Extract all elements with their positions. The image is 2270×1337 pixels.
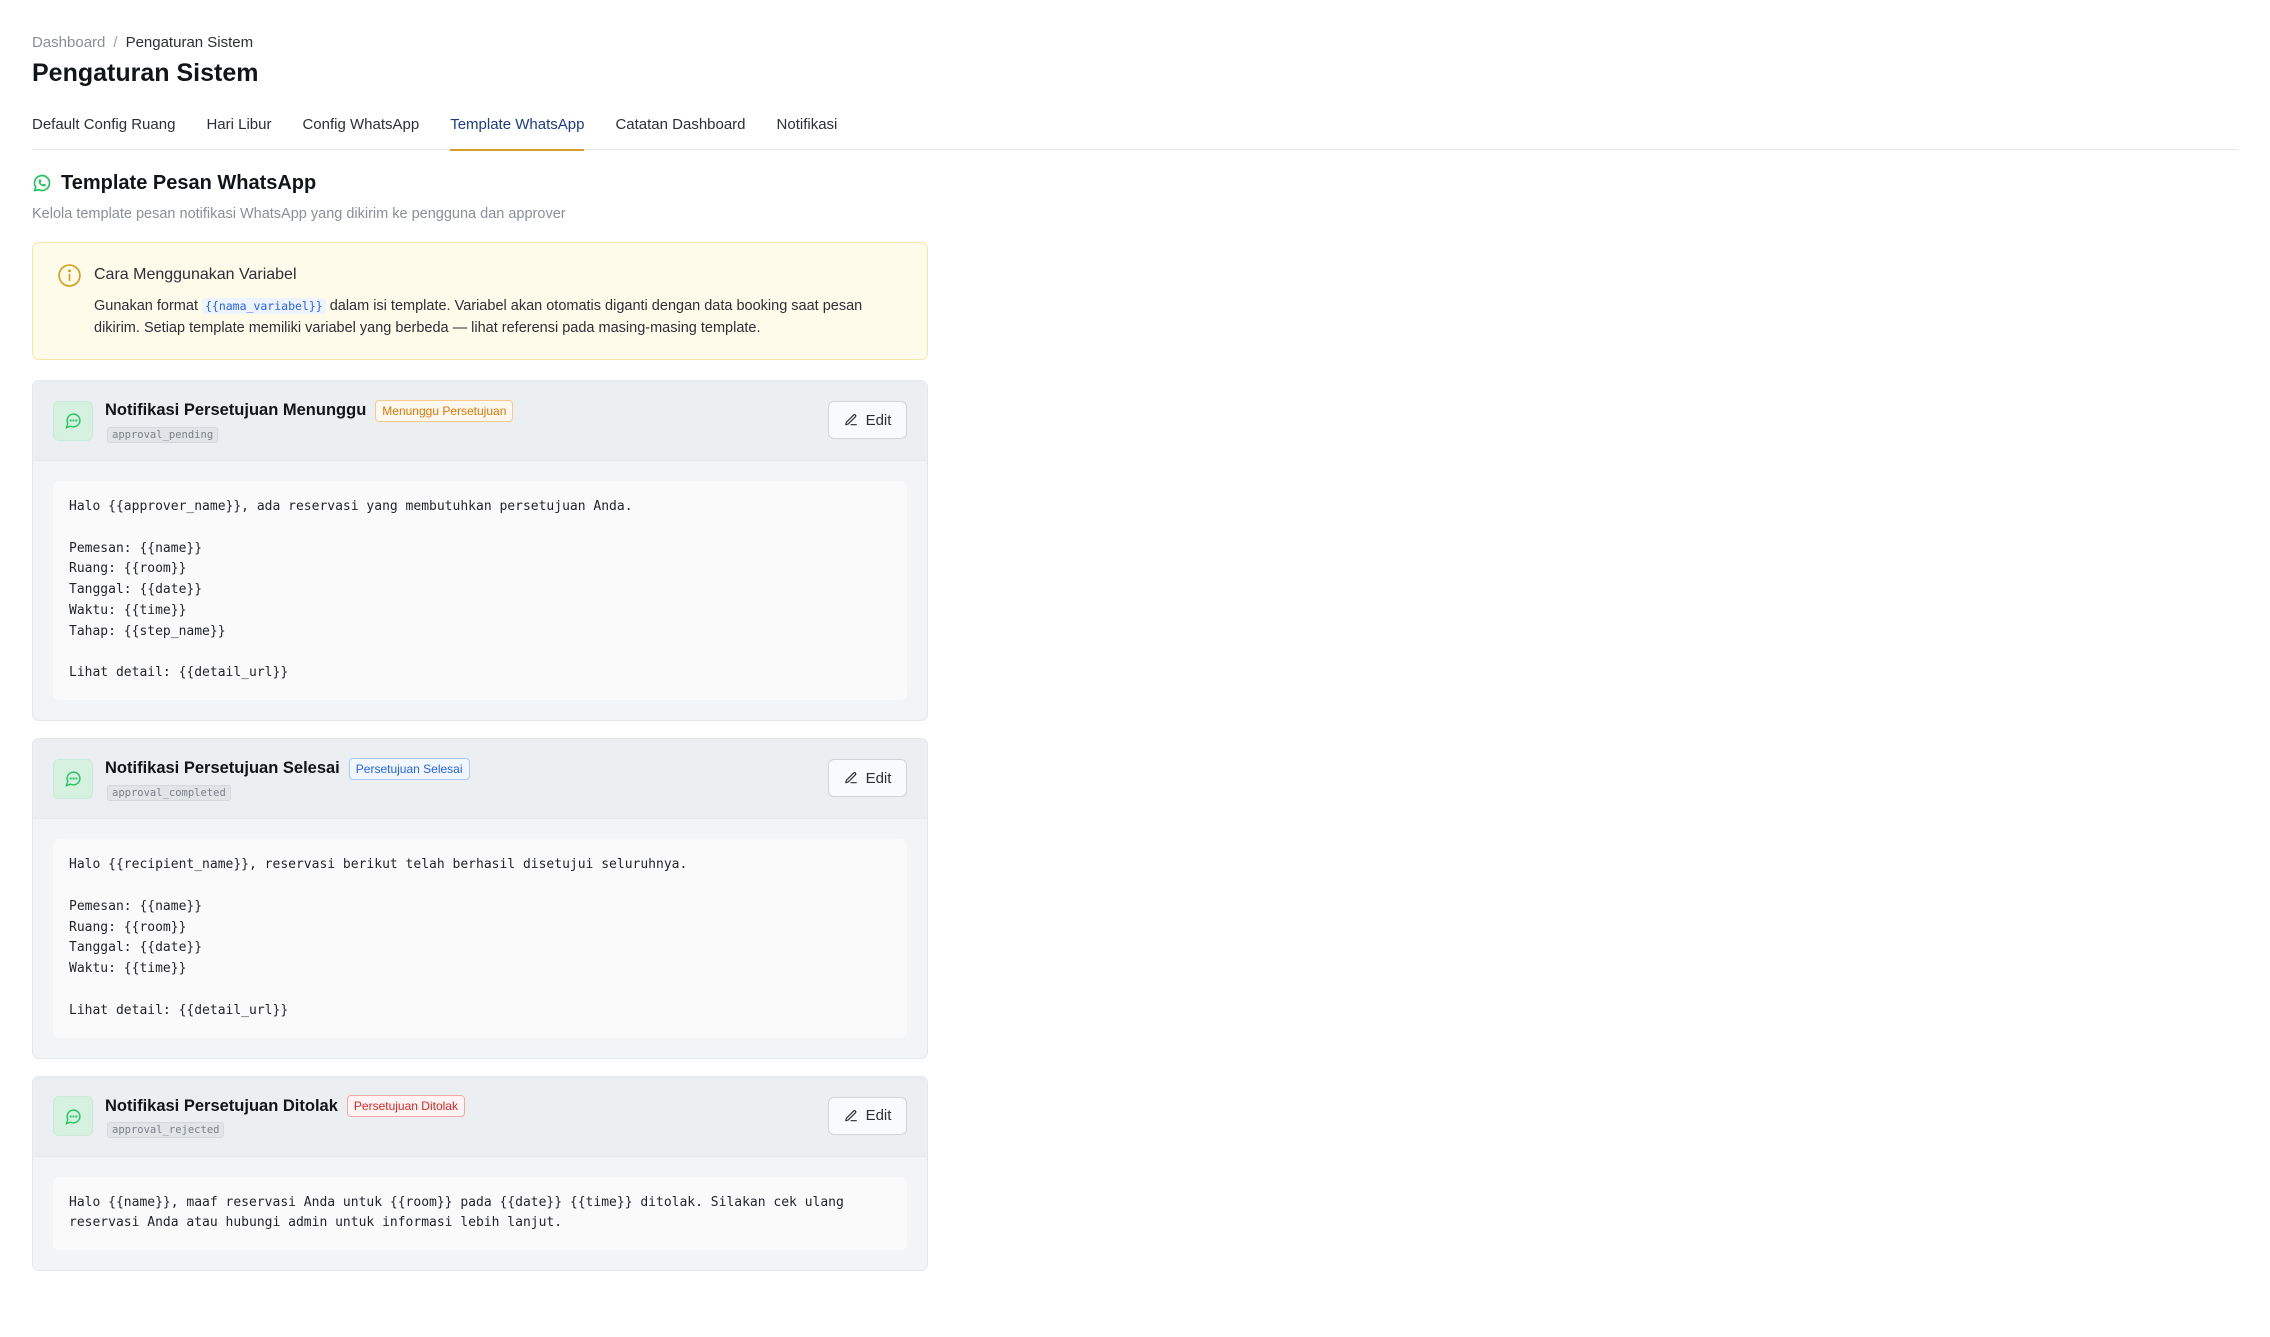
breadcrumb-separator: /	[113, 33, 118, 51]
template-name: Notifikasi Persetujuan Menunggu	[105, 401, 367, 419]
template-body: Halo {{name}}, maaf reservasi Anda untuk…	[53, 1176, 907, 1251]
template-card-header: Notifikasi Persetujuan Menunggu Menunggu…	[33, 381, 927, 461]
info-circle-icon	[57, 263, 82, 288]
pencil-icon	[844, 413, 858, 427]
tab-config-whatsapp[interactable]: Config WhatsApp	[302, 110, 419, 150]
edit-button-label: Edit	[865, 411, 892, 429]
template-body: Halo {{approver_name}}, ada reservasi ya…	[53, 481, 907, 701]
template-name: Notifikasi Persetujuan Selesai	[105, 759, 340, 778]
pencil-icon	[844, 771, 858, 785]
template-key: approval_pending	[107, 426, 219, 443]
info-text-before: Gunakan format	[94, 298, 198, 314]
message-circle-icon	[53, 758, 93, 799]
breadcrumb-dashboard-link[interactable]: Dashboard	[32, 34, 105, 51]
template-body: Halo {{recipient_name}}, reservasi berik…	[53, 839, 907, 1038]
pencil-icon	[844, 1109, 858, 1123]
section-header: Template Pesan WhatsApp	[32, 170, 2238, 196]
info-text: Gunakan format {{nama_variabel}} dalam isi…	[94, 295, 903, 339]
template-card-approval-rejected: Notifikasi Persetujuan Ditolak Persetuju…	[32, 1075, 928, 1272]
variable-format-code: {{nama_variabel}}	[201, 298, 326, 314]
tab-default-config-ruang[interactable]: Default Config Ruang	[32, 110, 175, 150]
settings-tabs: Default Config Ruang Hari Libur Config W…	[32, 110, 2238, 151]
message-circle-icon	[53, 1096, 93, 1137]
section-title: Template Pesan WhatsApp	[61, 171, 317, 194]
status-badge: Persetujuan Selesai	[348, 757, 470, 780]
section-subtitle: Kelola template pesan notifikasi WhatsAp…	[32, 206, 566, 222]
edit-button[interactable]: Edit	[828, 759, 907, 798]
template-card-header: Notifikasi Persetujuan Ditolak Persetuju…	[33, 1076, 927, 1157]
tab-hari-libur[interactable]: Hari Libur	[206, 110, 271, 150]
variable-info-box: Cara Menggunakan Variabel Gunakan format…	[32, 242, 928, 360]
edit-button-label: Edit	[865, 769, 892, 787]
template-key: approval_rejected	[107, 1122, 225, 1139]
breadcrumb: Dashboard / Pengaturan Sistem	[32, 32, 2238, 52]
template-card-approval-pending: Notifikasi Persetujuan Menunggu Menunggu…	[32, 380, 928, 722]
edit-button[interactable]: Edit	[828, 1096, 907, 1135]
tab-notifikasi[interactable]: Notifikasi	[777, 110, 838, 150]
status-badge: Persetujuan Ditolak	[346, 1095, 465, 1118]
edit-button[interactable]: Edit	[828, 401, 907, 439]
info-title: Cara Menggunakan Variabel	[94, 266, 297, 283]
status-badge: Menunggu Persetujuan	[375, 399, 514, 422]
template-name: Notifikasi Persetujuan Ditolak	[105, 1096, 338, 1115]
template-key: approval_completed	[107, 784, 231, 801]
edit-button-label: Edit	[865, 1107, 892, 1125]
breadcrumb-current: Pengaturan Sistem	[125, 33, 254, 51]
message-circle-icon	[53, 400, 93, 441]
tab-catatan-dashboard[interactable]: Catatan Dashboard	[615, 110, 745, 150]
page-title: Pengaturan Sistem	[32, 59, 259, 87]
whatsapp-icon	[32, 173, 52, 193]
template-card-approval-completed: Notifikasi Persetujuan Selesai Persetuju…	[32, 738, 928, 1059]
settings-page: Dashboard / Pengaturan Sistem Pengaturan…	[32, 32, 2238, 1272]
template-card-header: Notifikasi Persetujuan Selesai Persetuju…	[33, 739, 927, 820]
tab-template-whatsapp[interactable]: Template WhatsApp	[450, 110, 585, 151]
